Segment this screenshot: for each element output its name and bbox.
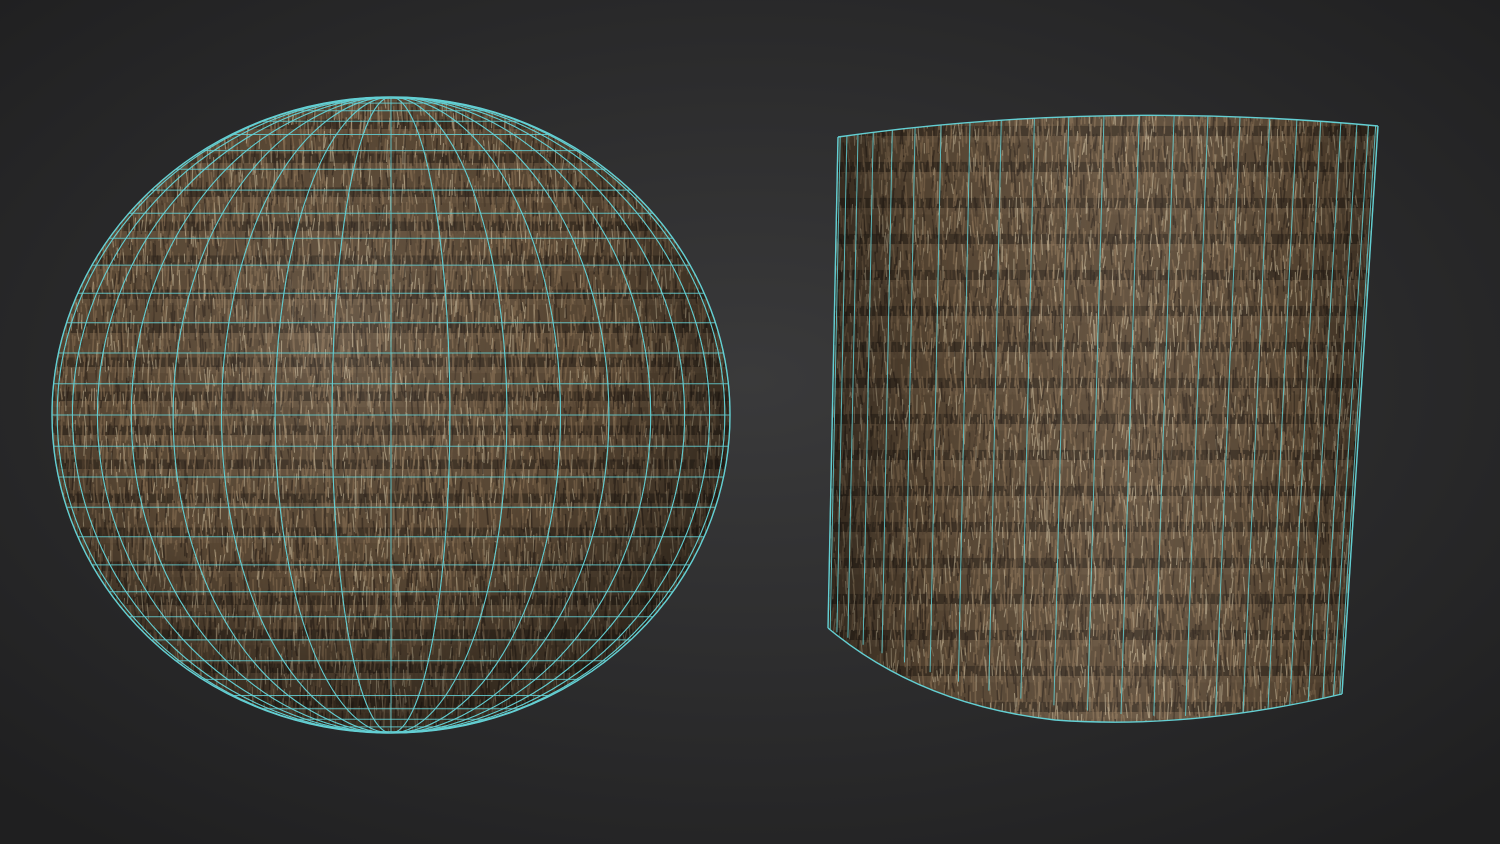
thatch-cylinder[interactable] xyxy=(825,100,1385,751)
scene-canvas xyxy=(0,0,1500,844)
3d-viewport xyxy=(0,0,1500,844)
